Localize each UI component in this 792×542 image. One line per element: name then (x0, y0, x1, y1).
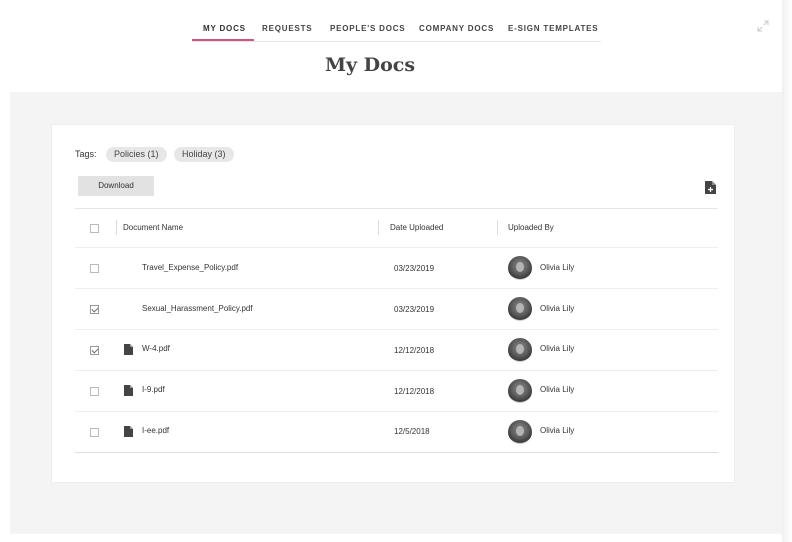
column-divider (378, 220, 379, 235)
tab-requests[interactable]: REQUESTS (262, 24, 312, 40)
date-uploaded: 03/23/2019 (394, 305, 435, 314)
docs-nav: MY DOCS REQUESTS PEOPLE'S DOCS COMPANY D… (192, 20, 601, 42)
column-divider (116, 220, 117, 235)
column-divider (497, 220, 498, 235)
table-row[interactable]: Travel_Expense_Policy.pdf 03/23/2019 Oli… (75, 248, 718, 289)
avatar (508, 256, 532, 280)
document-name[interactable]: Travel_Expense_Policy.pdf (142, 263, 238, 272)
column-header-date-uploaded[interactable]: Date Uploaded (390, 223, 443, 232)
active-tab-indicator (192, 39, 254, 41)
row-checkbox[interactable] (90, 428, 99, 437)
column-header-uploaded-by[interactable]: Uploaded By (508, 223, 554, 232)
date-uploaded: 12/12/2018 (394, 387, 435, 396)
page-title: My Docs (324, 54, 416, 76)
date-uploaded: 12/5/2018 (394, 427, 430, 436)
file-icon (124, 385, 133, 396)
documents-card: Tags: Policies (1) Holiday (3) Download … (51, 124, 735, 483)
document-name[interactable]: I-9.pdf (142, 385, 165, 394)
row-checkbox[interactable] (90, 305, 99, 314)
uploaded-by: Olivia Lily (540, 304, 575, 313)
select-all-checkbox[interactable] (90, 224, 99, 233)
uploaded-by: Olivia Lily (540, 385, 575, 394)
document-name[interactable]: I-ee.pdf (142, 426, 169, 435)
date-uploaded: 12/12/2018 (394, 346, 435, 355)
uploaded-by: Olivia Lily (540, 263, 575, 272)
date-uploaded: 03/23/2019 (394, 264, 435, 273)
tag-policies[interactable]: Policies (1) (106, 147, 167, 162)
top-header: MY DOCS REQUESTS PEOPLE'S DOCS COMPANY D… (0, 0, 782, 92)
file-icon (124, 344, 133, 355)
download-button[interactable]: Download (78, 176, 154, 196)
tab-my-docs[interactable]: MY DOCS (203, 24, 246, 40)
table-row[interactable]: I-9.pdf 12/12/2018 Olivia Lily (75, 371, 718, 412)
add-file-icon[interactable] (705, 181, 716, 194)
file-icon (124, 426, 133, 437)
row-checkbox[interactable] (90, 387, 99, 396)
column-header-document-name[interactable]: Document Name (123, 223, 183, 232)
row-checkbox[interactable] (90, 346, 99, 355)
row-checkbox[interactable] (90, 264, 99, 273)
avatar (508, 420, 532, 444)
uploaded-by: Olivia Lily (540, 426, 575, 435)
table-row[interactable]: W-4.pdf 12/12/2018 Olivia Lily (75, 330, 718, 371)
avatar (508, 338, 532, 362)
tab-peoples-docs[interactable]: PEOPLE'S DOCS (330, 24, 405, 40)
document-name[interactable]: Sexual_Harassment_Policy.pdf (142, 304, 253, 313)
table-row[interactable]: Sexual_Harassment_Policy.pdf 03/23/2019 … (75, 289, 718, 330)
tab-e-sign-templates[interactable]: E-SIGN TEMPLATES (508, 24, 598, 40)
right-edge (782, 0, 792, 542)
table-row[interactable]: I-ee.pdf 12/5/2018 Olivia Lily (75, 412, 718, 453)
table-header: Document Name Date Uploaded Uploaded By (75, 208, 718, 248)
avatar (508, 297, 532, 321)
avatar (508, 379, 532, 403)
tag-holiday[interactable]: Holiday (3) (174, 147, 234, 162)
document-name[interactable]: W-4.pdf (142, 344, 170, 353)
tab-company-docs[interactable]: COMPANY DOCS (419, 24, 494, 40)
uploaded-by: Olivia Lily (540, 344, 575, 353)
expand-icon[interactable] (757, 20, 769, 32)
tags-label: Tags: (75, 149, 97, 159)
